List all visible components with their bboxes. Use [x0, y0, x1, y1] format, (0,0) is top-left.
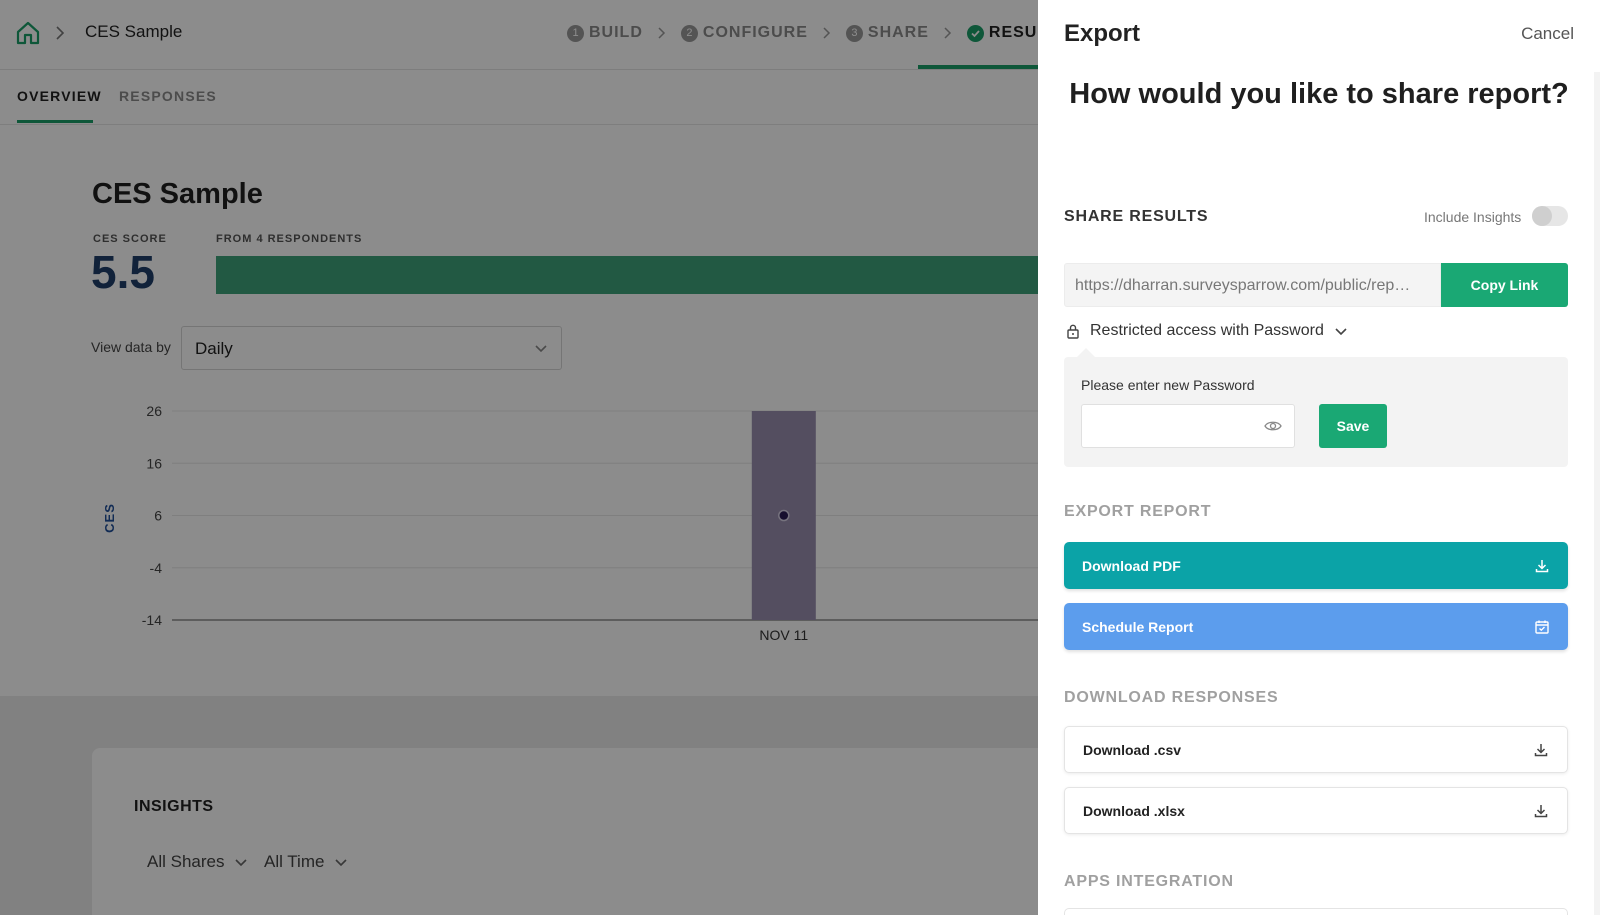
download-icon — [1535, 559, 1549, 572]
cancel-button[interactable]: Cancel — [1521, 24, 1574, 44]
modal-backdrop[interactable] — [0, 0, 1038, 915]
share-link-field[interactable]: https://dharran.surveysparrow.com/public… — [1064, 263, 1441, 307]
chevron-down-icon — [1335, 328, 1347, 336]
toggle-knob — [1532, 206, 1552, 226]
export-panel: Export Cancel How would you like to shar… — [1038, 0, 1600, 915]
download-csv-button[interactable]: Download .csv — [1064, 726, 1568, 773]
restricted-access-dropdown[interactable]: Restricted access with Password — [1066, 322, 1358, 340]
download-pdf-button[interactable]: Download PDF — [1064, 542, 1568, 589]
eye-icon[interactable] — [1264, 418, 1282, 434]
download-responses-heading: DOWNLOAD RESPONSES — [1064, 689, 1279, 706]
share-question-heading: How would you like to share report? — [1069, 78, 1569, 110]
panel-scrollbar[interactable] — [1594, 72, 1600, 915]
download-csv-label: Download .csv — [1083, 741, 1182, 758]
password-label: Please enter new Password — [1081, 377, 1255, 393]
save-password-button[interactable]: Save — [1319, 404, 1387, 448]
download-xlsx-label: Download .xlsx — [1083, 802, 1185, 819]
restricted-access-label: Restricted access with Password — [1090, 322, 1324, 339]
panel-title: Export — [1064, 20, 1141, 47]
lock-icon — [1067, 324, 1079, 339]
download-xlsx-button[interactable]: Download .xlsx — [1064, 787, 1568, 834]
password-box: Please enter new Password Save — [1064, 357, 1568, 467]
apps-integration-heading: APPS INTEGRATION — [1064, 873, 1234, 890]
share-link-text: https://dharran.surveysparrow.com/public… — [1075, 277, 1411, 294]
schedule-report-button[interactable]: Schedule Report — [1064, 603, 1568, 650]
share-results-heading: SHARE RESULTS — [1064, 208, 1209, 225]
download-icon — [1534, 743, 1548, 756]
password-input[interactable] — [1081, 404, 1295, 448]
download-icon — [1534, 804, 1548, 817]
schedule-report-label: Schedule Report — [1082, 618, 1194, 635]
download-pdf-label: Download PDF — [1082, 557, 1181, 574]
copy-link-button[interactable]: Copy Link — [1441, 263, 1568, 307]
export-report-heading: EXPORT REPORT — [1064, 503, 1212, 520]
include-insights-label: Include Insights — [1424, 209, 1522, 225]
apps-integration-item[interactable] — [1064, 908, 1568, 915]
include-insights-toggle[interactable] — [1532, 206, 1568, 226]
calendar-check-icon — [1535, 620, 1549, 634]
